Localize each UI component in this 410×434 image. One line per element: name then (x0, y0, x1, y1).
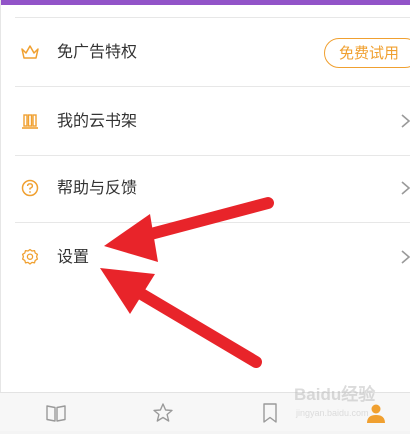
baidu-watermark: Baidu经验 jingyan.baidu.com (292, 370, 410, 430)
divider (15, 17, 410, 18)
menu-item-ad-free[interactable]: 免广告特权 免费试用 (1, 19, 410, 85)
crown-icon (19, 41, 41, 63)
watermark-subtext: jingyan.baidu.com (295, 408, 369, 418)
book-icon[interactable] (44, 401, 68, 425)
chevron-right-icon (399, 247, 410, 267)
divider (15, 222, 410, 223)
gear-icon (19, 246, 41, 268)
watermark-text: Baidu经验 (294, 384, 376, 404)
menu-item-label: 免广告特权 (57, 42, 138, 61)
divider (15, 86, 410, 87)
menu-item-cloud-bookshelf[interactable]: 我的云书架 (1, 88, 410, 154)
menu-panel: 免广告特权 免费试用 我的云书架 帮助与反馈 设置 (0, 0, 410, 398)
menu-item-label: 帮助与反馈 (57, 178, 138, 197)
star-icon[interactable] (151, 401, 175, 425)
bookmark-icon[interactable] (258, 401, 282, 425)
menu-item-settings[interactable]: 设置 (1, 224, 410, 290)
help-circle-icon (19, 177, 41, 199)
chevron-right-icon (399, 111, 410, 131)
menu-item-label: 我的云书架 (57, 111, 138, 130)
top-accent-strip (1, 0, 410, 5)
menu-item-help-feedback[interactable]: 帮助与反馈 (1, 155, 410, 221)
bookshelf-icon (19, 110, 41, 132)
free-trial-button[interactable]: 免费试用 (324, 38, 410, 68)
chevron-right-icon (399, 178, 410, 198)
menu-item-label: 设置 (57, 247, 90, 266)
